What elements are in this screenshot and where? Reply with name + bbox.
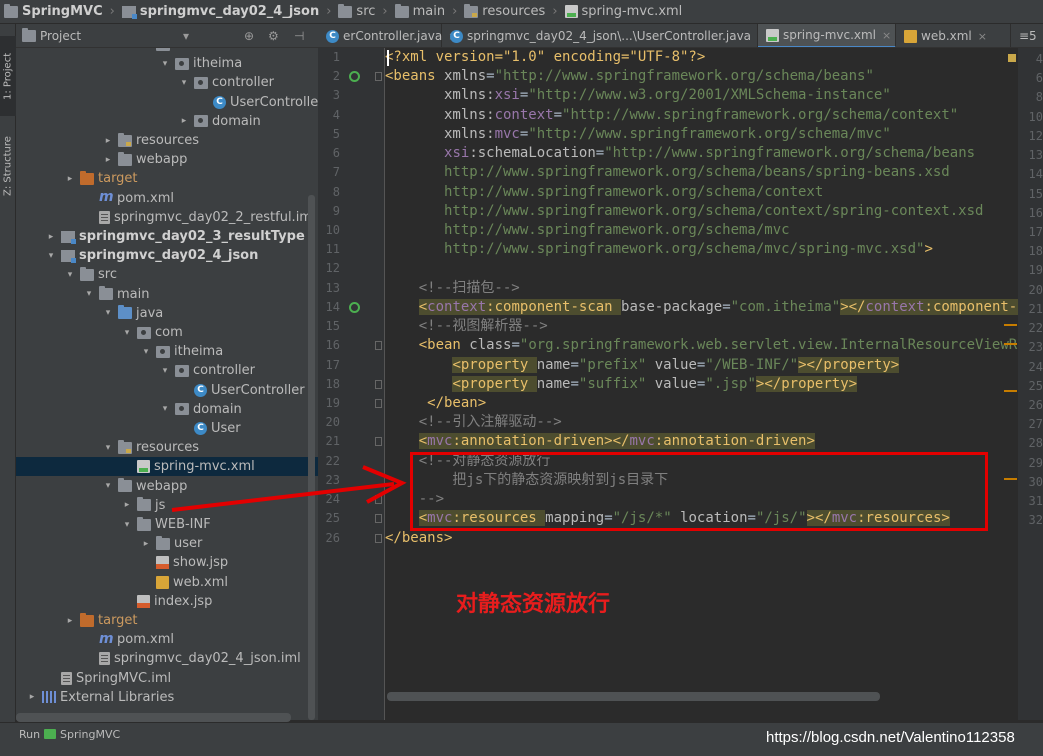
annotation-arrow: [171, 465, 407, 512]
annotation-text: 对静态资源放行: [456, 591, 611, 617]
watermark: https://blog.csdn.net/Valentino112358: [766, 729, 1015, 746]
